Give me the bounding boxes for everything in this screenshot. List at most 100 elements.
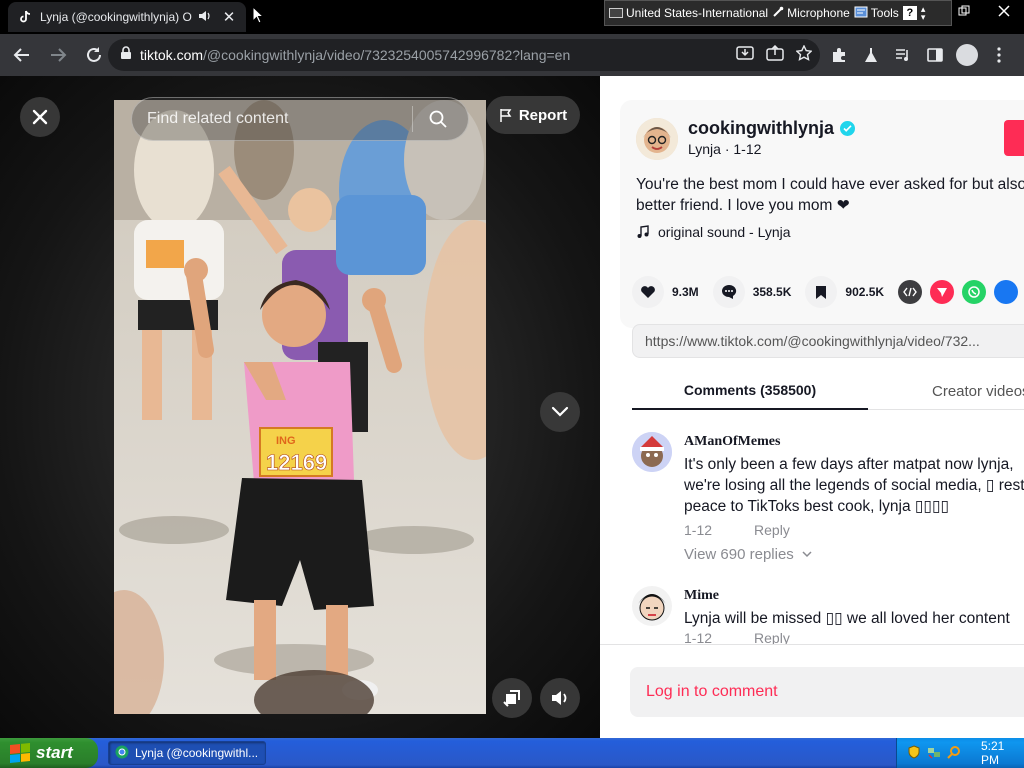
marathon-runner-video-image: ING 12169: [114, 100, 486, 714]
chevron-down-icon: [802, 551, 812, 558]
browser-menu-icon[interactable]: [988, 44, 1010, 66]
tab-creator-videos[interactable]: Creator videos: [868, 372, 1024, 410]
forward-arrow-icon: [51, 48, 67, 62]
forward-button[interactable]: [42, 39, 74, 71]
start-button[interactable]: start: [0, 738, 98, 768]
close-icon: [32, 109, 48, 125]
facebook-icon[interactable]: [994, 280, 1019, 304]
bib-sponsor: ING: [276, 435, 296, 447]
comment-text: It's only been a few days after matpat n…: [684, 456, 1024, 515]
video-details-panel: cookingwithlynja Lynja · 1-12 You're the…: [600, 76, 1024, 738]
window-controls: [944, 0, 1024, 22]
flag-icon: [500, 109, 512, 122]
author-nickname-date: Lynja · 1-12: [688, 141, 762, 157]
browser-tab-strip: Lynja (@cookingwithlynja) Offi ✕ United …: [0, 0, 1024, 34]
network-icon[interactable]: [927, 745, 941, 762]
bookmark-star-icon[interactable]: [795, 43, 813, 66]
author-avatar-image: [636, 118, 678, 160]
taskbar-browser-item[interactable]: Lynja (@cookingwithl...: [108, 741, 266, 765]
chrome-icon: [115, 745, 129, 762]
whatsapp-icon[interactable]: [962, 280, 987, 304]
login-to-comment-button[interactable]: Log in to comment: [630, 667, 1024, 717]
save-action[interactable]: 902.5K: [805, 276, 884, 308]
labs-flask-icon[interactable]: [860, 44, 882, 66]
commenter-avatar[interactable]: [632, 586, 672, 626]
address-bar[interactable]: tiktok.com/@cookingwithlynja/video/73232…: [108, 39, 820, 71]
related-search-input[interactable]: [132, 110, 412, 128]
tab-comments[interactable]: Comments (358500): [632, 372, 868, 410]
reply-button[interactable]: Reply: [754, 522, 790, 538]
url-host: tiktok.com: [140, 47, 204, 63]
video-frame[interactable]: ING 12169: [114, 100, 486, 714]
side-panel-icon[interactable]: [924, 44, 946, 66]
close-window-button[interactable]: [984, 0, 1024, 22]
microphone-label: Microphone: [787, 6, 850, 20]
reload-button[interactable]: [78, 39, 110, 71]
author-avatar[interactable]: [636, 118, 678, 160]
save-count: 902.5K: [845, 285, 885, 299]
url-text: tiktok.com/@cookingwithlynja/video/73232…: [140, 47, 570, 63]
reply-button[interactable]: Reply: [754, 630, 790, 644]
comment-action[interactable]: 358.5K: [712, 276, 791, 308]
heart-icon: [632, 276, 664, 308]
embed-code-icon[interactable]: [898, 280, 923, 304]
language-selector[interactable]: United States-International: [609, 6, 768, 20]
comments-list: AManOfMemes It's only been a few days af…: [632, 426, 1024, 644]
microphone-button[interactable]: Microphone: [772, 6, 850, 21]
search-button[interactable]: [413, 97, 463, 141]
comment-meta: 1-12 Reply: [684, 630, 790, 644]
url-path: /@cookingwithlynja/video/732325400574299…: [203, 47, 571, 63]
comment-username[interactable]: Mime: [684, 588, 719, 604]
volume-icon: [552, 691, 567, 705]
windows-taskbar: start Lynja (@cookingwithl... 5:21 PM: [0, 738, 1024, 768]
restore-window-button[interactable]: [944, 0, 984, 22]
language-label: United States-International: [626, 6, 769, 20]
volume-button[interactable]: [540, 678, 580, 718]
pip-icon: [503, 690, 520, 707]
floating-player-button[interactable]: [492, 678, 532, 718]
tools-icon: [854, 6, 868, 21]
security-shield-icon[interactable]: [907, 744, 921, 762]
speaker-icon[interactable]: [198, 10, 212, 25]
extensions-puzzle-icon[interactable]: [828, 44, 850, 66]
windows-logo-icon: [10, 742, 30, 764]
video-caption: You're the best mom I could have ever as…: [636, 176, 1024, 214]
profile-avatar-icon[interactable]: [956, 44, 978, 66]
close-video-button[interactable]: [20, 97, 60, 137]
verified-badge-icon: [840, 121, 856, 136]
keyboard-icon: [609, 8, 623, 18]
engagement-actions: 9.3M 358.5K 902.5K: [632, 276, 1024, 308]
install-app-icon[interactable]: [736, 45, 754, 66]
like-action[interactable]: 9.3M: [632, 276, 699, 308]
browser-tab[interactable]: Lynja (@cookingwithlynja) Offi ✕: [8, 2, 246, 32]
share-link-field[interactable]: https://www.tiktok.com/@cookingwithlynja…: [632, 324, 1024, 358]
help-button[interactable]: ?: [902, 6, 917, 20]
back-button[interactable]: [6, 39, 38, 71]
music-link[interactable]: original sound - Lynja: [636, 224, 791, 240]
author-name[interactable]: cookingwithlynja: [688, 118, 856, 139]
comments-tabs: Comments (358500) Creator videos: [632, 372, 1024, 410]
search-tray-icon[interactable]: [947, 745, 961, 762]
commenter-avatar[interactable]: [632, 432, 672, 472]
tab-close-button[interactable]: ✕: [222, 8, 236, 26]
lock-icon[interactable]: [120, 45, 132, 65]
chevron-down-icon: [551, 406, 569, 417]
music-note-icon: [637, 225, 649, 238]
share-page-icon[interactable]: [766, 44, 784, 66]
comment-date: 1-12: [684, 522, 713, 538]
langbar-options-icon[interactable]: ▴ ▾: [921, 5, 926, 22]
system-tray: 5:21 PM: [896, 738, 1024, 768]
report-button[interactable]: Report: [486, 96, 580, 134]
view-replies-button[interactable]: View 690 replies: [684, 546, 812, 563]
tools-button[interactable]: Tools: [854, 6, 899, 21]
language-bar: United States-International Microphone T…: [604, 0, 952, 26]
next-video-button[interactable]: [540, 392, 580, 432]
view-replies-label: View 690 replies: [684, 546, 794, 563]
tiktok-favicon-icon: [18, 10, 32, 24]
follow-button[interactable]: [1004, 120, 1024, 156]
media-queue-icon[interactable]: [892, 44, 914, 66]
send-friends-icon[interactable]: [930, 280, 955, 304]
comment-username[interactable]: AManOfMemes: [684, 434, 780, 450]
back-arrow-icon: [13, 48, 29, 62]
author-username: cookingwithlynja: [688, 118, 835, 138]
